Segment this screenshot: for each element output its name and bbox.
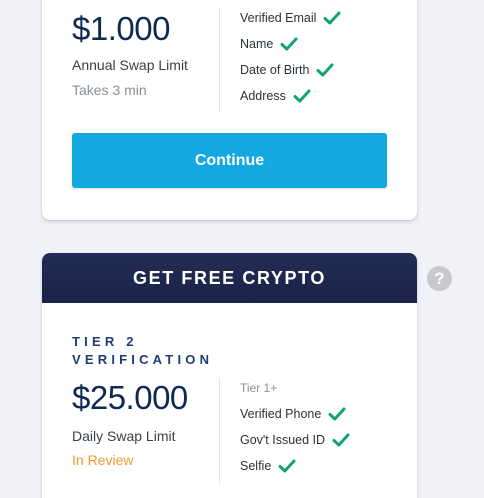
requirement-label: Verified Phone xyxy=(240,407,322,421)
tier2-divider xyxy=(219,378,220,484)
get-free-crypto-banner[interactable]: GET FREE CRYPTO xyxy=(42,253,417,303)
requirement-item: Verified Phone xyxy=(240,401,350,427)
question-circle-icon[interactable]: ? xyxy=(427,266,452,291)
continue-button[interactable]: Continue xyxy=(72,133,387,188)
tier2-status-badge: In Review xyxy=(72,452,134,468)
tier2-title: TIER 2 VERIFICATION xyxy=(72,334,214,367)
requirement-item: Selfie xyxy=(240,453,350,479)
requirement-label: Address xyxy=(240,89,286,103)
tier2-card: GET FREE CRYPTO TIER 2 VERIFICATION $25.… xyxy=(42,253,417,498)
checkmark-icon xyxy=(316,63,334,77)
tier1-divider xyxy=(219,8,220,112)
requirement-label: Gov't Issued ID xyxy=(240,433,326,447)
requirement-item: Date of Birth xyxy=(240,57,341,83)
tier1-amount: $1.000 xyxy=(72,10,170,47)
tier2-limit-label: Daily Swap Limit xyxy=(72,428,176,444)
checkmark-icon xyxy=(278,459,296,473)
tier1-requirements: Verified Email Name Date of Birth Addres… xyxy=(240,5,341,109)
tier1-limit-label: Annual Swap Limit xyxy=(72,57,188,73)
requirements-heading: Tier 1+ xyxy=(240,381,278,395)
checkmark-icon xyxy=(293,89,311,103)
requirement-item: Address xyxy=(240,83,341,109)
tier2-amount: $25.000 xyxy=(72,379,188,416)
requirement-label: Verified Email xyxy=(240,11,317,25)
requirement-item: Gov't Issued ID xyxy=(240,427,350,453)
requirement-label: Selfie xyxy=(240,459,272,473)
checkmark-icon xyxy=(328,407,346,421)
checkmark-icon xyxy=(323,11,341,25)
requirement-label: Name xyxy=(240,37,274,51)
tier2-requirements: Tier 1+ Verified Phone Gov't Issued ID S… xyxy=(240,375,350,479)
checkmark-icon xyxy=(332,433,350,447)
requirement-item: Verified Email xyxy=(240,5,341,31)
tier1-status: Takes 3 min xyxy=(72,82,147,98)
requirement-item: Name xyxy=(240,31,341,57)
requirement-label: Date of Birth xyxy=(240,63,310,77)
tier1-card: $1.000 Annual Swap Limit Takes 3 min Ver… xyxy=(42,0,417,220)
checkmark-icon xyxy=(280,37,298,51)
